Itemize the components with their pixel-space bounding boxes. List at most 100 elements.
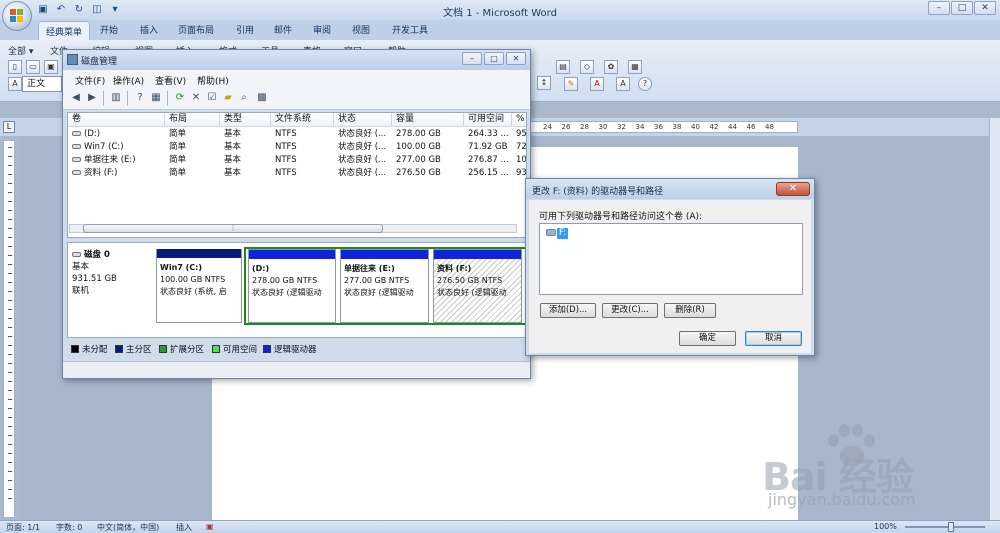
status-mode[interactable]: 插入 <box>176 522 192 533</box>
legend-item: 未分配 <box>71 343 108 357</box>
ok-button[interactable]: 确定 <box>679 331 736 346</box>
change-button[interactable]: 更改(C)... <box>602 303 658 318</box>
scrollbar-thumb[interactable]: ⋮ <box>83 224 383 233</box>
forward-icon[interactable]: ▶ <box>85 91 99 105</box>
help-icon[interactable]: ? <box>133 91 147 105</box>
zoom-slider[interactable] <box>905 526 985 528</box>
column-header-layout[interactable]: 布局 <box>165 113 220 127</box>
zoom-level[interactable]: 100% <box>874 522 897 531</box>
tab-page-layout[interactable]: 页面布局 <box>178 23 214 36</box>
dm-window-controls: – □ ✕ <box>462 52 526 65</box>
tab-view[interactable]: 视图 <box>352 23 370 36</box>
refresh-icon[interactable]: ⟳ <box>173 91 187 105</box>
tab-references[interactable]: 引用 <box>236 23 254 36</box>
status-language[interactable]: 中文(简体，中国) <box>97 522 159 533</box>
text-effects-icon[interactable]: A <box>616 77 630 91</box>
tab-home[interactable]: 开始 <box>100 23 118 36</box>
tab-classic-menu[interactable]: 经典菜单 <box>38 21 91 40</box>
delete-button[interactable]: 删除(R) <box>664 303 716 318</box>
tab-selector-button[interactable]: L <box>3 121 15 133</box>
customize-qat-icon[interactable]: ▾ <box>108 3 122 17</box>
zoom-slider-thumb[interactable] <box>948 522 954 532</box>
dialog-close-button[interactable]: ✕ <box>776 182 810 196</box>
redo-icon[interactable]: ↻ <box>72 3 86 17</box>
insert-object-icon[interactable]: ▦ <box>628 60 642 74</box>
close-button[interactable]: ✕ <box>974 1 996 15</box>
dm-close-button[interactable]: ✕ <box>506 52 526 65</box>
column-header-filesystem[interactable]: 文件系统 <box>271 113 334 127</box>
column-header-type[interactable]: 类型 <box>220 113 271 127</box>
ruler-tick <box>8 147 12 148</box>
highlight-icon[interactable]: ✎ <box>564 77 578 91</box>
tab-review[interactable]: 审阅 <box>313 23 331 36</box>
partition-f-selected[interactable]: 资料 (F:) 276.50 GB NTFS 状态良好 (逻辑驱动 <box>433 249 522 323</box>
dm-minimize-button[interactable]: – <box>462 52 482 65</box>
ribbon-menu-all[interactable]: 全部 ▾ <box>8 44 33 57</box>
macro-record-icon[interactable]: ▣ <box>206 522 214 531</box>
menu-view[interactable]: 查看(V) <box>155 74 186 87</box>
volume-list-scrollbar[interactable]: ⋮ <box>69 222 517 234</box>
console-tree-icon[interactable]: ▥ <box>109 91 123 105</box>
style-select[interactable]: 正文 <box>22 76 62 92</box>
shapes-icon[interactable]: ◇ <box>580 60 594 74</box>
search-icon[interactable]: ⌕ <box>237 91 251 105</box>
line-spacing-icon[interactable]: ↕ <box>537 76 551 90</box>
check-icon[interactable]: ☑ <box>205 91 219 105</box>
minimize-button[interactable]: – <box>928 1 950 15</box>
menu-help[interactable]: 帮助(H) <box>197 74 229 87</box>
delete-icon[interactable]: ✕ <box>189 91 203 105</box>
save-icon[interactable]: ▣ <box>36 3 50 17</box>
open-icon[interactable]: ▭ <box>26 60 40 74</box>
text-box-icon[interactable]: ▤ <box>556 60 570 74</box>
menu-file[interactable]: 文件(F) <box>75 74 105 87</box>
cancel-button[interactable]: 取消 <box>745 331 802 346</box>
table-row[interactable]: Win7 (C:) 简单 基本 NTFS 状态良好 (... 100.00 GB… <box>68 141 526 154</box>
drive-path-list[interactable]: F: <box>539 223 803 295</box>
list-item-selected[interactable]: F: <box>546 228 569 239</box>
styles-icon[interactable]: A <box>8 77 22 91</box>
help-icon[interactable]: ? <box>638 77 652 91</box>
column-header-status[interactable]: 状态 <box>334 113 392 127</box>
save-icon[interactable]: ▣ <box>44 60 58 74</box>
print-preview-icon[interactable]: ◫ <box>90 3 104 17</box>
table-row[interactable]: 资料 (F:) 简单 基本 NTFS 状态良好 (... 276.50 GB 2… <box>68 167 526 180</box>
disk-info[interactable]: 磁盘 0 基本 931.51 GB 联机 <box>72 249 156 327</box>
cell-type: 基本 <box>224 129 242 139</box>
font-color-icon[interactable]: A <box>590 77 604 91</box>
column-header-volume[interactable]: 卷 <box>68 113 165 127</box>
ruler-tick <box>8 165 12 166</box>
column-header-percent[interactable]: % <box>512 113 526 127</box>
clipart-icon[interactable]: ✿ <box>604 60 618 74</box>
partition-size: 276.50 GB NTFS <box>437 276 503 285</box>
ruler-tick <box>8 417 12 418</box>
column-header-free-space[interactable]: 可用空间 <box>464 113 512 127</box>
new-doc-icon[interactable]: ▯ <box>8 60 22 74</box>
dm-maximize-button[interactable]: □ <box>484 52 504 65</box>
status-page[interactable]: 页面: 1/1 <box>6 522 40 533</box>
table-row[interactable]: (D:) 简单 基本 NTFS 状态良好 (... 278.00 GB 264.… <box>68 128 526 141</box>
status-words[interactable]: 字数: 0 <box>56 522 82 533</box>
tab-insert[interactable]: 插入 <box>140 23 158 36</box>
partition-e[interactable]: 单据往来 (E:) 277.00 GB NTFS 状态良好 (逻辑驱动 <box>340 249 429 323</box>
ruler-tick <box>8 345 12 346</box>
partition-c[interactable]: Win7 (C:) 100.00 GB NTFS 状态良好 (系统, 启 <box>156 249 242 323</box>
ruler-tick <box>8 399 12 400</box>
office-button[interactable] <box>2 1 32 31</box>
column-header-capacity[interactable]: 容量 <box>392 113 464 127</box>
tab-mailings[interactable]: 邮件 <box>274 23 292 36</box>
ruler-tick <box>8 498 12 499</box>
add-button[interactable]: 添加(D)... <box>540 303 596 318</box>
back-icon[interactable]: ◀ <box>69 91 83 105</box>
maximize-button[interactable]: □ <box>951 1 973 15</box>
properties-icon[interactable]: ▦ <box>149 91 163 105</box>
vertical-scrollbar[interactable] <box>989 118 1000 520</box>
disk-map-panel: 磁盘 0 基本 931.51 GB 联机 Win7 (C:) 100.00 GB… <box>67 242 527 338</box>
vertical-ruler[interactable] <box>3 140 15 518</box>
tab-developer[interactable]: 开发工具 <box>392 23 428 36</box>
partition-d[interactable]: (D:) 278.00 GB NTFS 状态良好 (逻辑驱动 <box>248 249 336 323</box>
menu-action[interactable]: 操作(A) <box>113 74 144 87</box>
table-row[interactable]: 单据往来 (E:) 简单 基本 NTFS 状态良好 (... 277.00 GB… <box>68 154 526 167</box>
settings-icon[interactable]: ▩ <box>255 91 269 105</box>
open-folder-icon[interactable]: ▰ <box>221 91 235 105</box>
undo-icon[interactable]: ↶ <box>54 3 68 17</box>
